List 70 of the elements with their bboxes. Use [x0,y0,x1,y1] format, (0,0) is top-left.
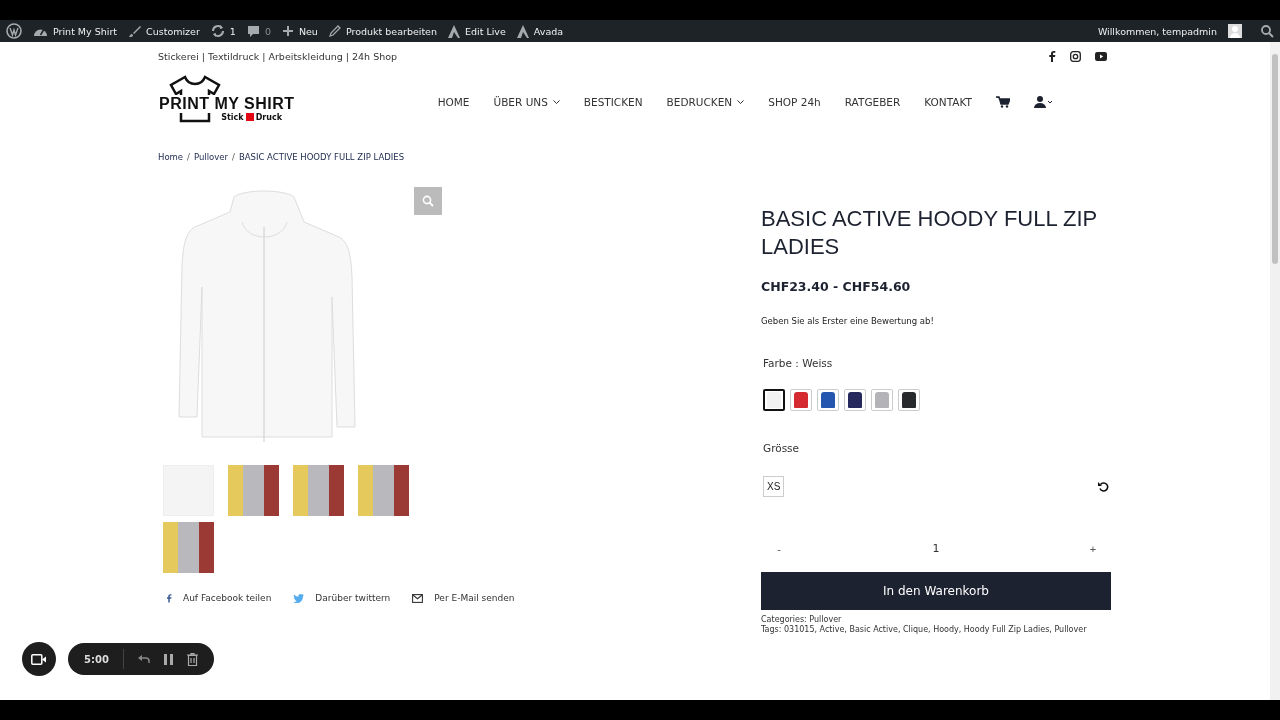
increase-button[interactable]: + [1075,542,1111,556]
admin-bar-item[interactable]: Produkt bearbeiten [328,25,437,37]
nav-link[interactable]: BESTICKEN [583,96,643,108]
photo-placeholder[interactable] [358,465,409,516]
nav-link[interactable]: ÜBER UNS [493,96,560,108]
breadcrumb-separator: / [187,152,190,162]
quantity-field[interactable]: 1 [928,542,944,556]
product-categories: Categories: Pullover [761,615,842,624]
user-greeting[interactable]: Willkommen, tempadmin [1097,25,1217,37]
youtube-icon[interactable] [1095,51,1107,61]
breadcrumb-link[interactable]: Pullover [194,152,229,162]
triangle-logo-icon [448,24,460,38]
wordpress-icon [6,23,22,39]
admin-bar-item[interactable]: Edit Live [448,24,506,38]
share-link[interactable]: Auf Facebook teilen [166,593,272,603]
admin-bar-item[interactable]: Neu [281,25,318,37]
product-tags: Tags: 031015, Active, Basic Active, Clique, Hoody, Hoody Full Zip Ladies, Pullover [761,625,1087,634]
admin-bar-item[interactable]: Print My Shirt [33,25,118,37]
admin-bar-item[interactable]: 1 [210,24,236,38]
brush-icon [128,24,142,38]
envelope-icon [412,593,424,603]
shirt-logo[interactable]: PRINT MY SHIRT Stick Druck [158,77,292,127]
comment-icon [246,24,260,38]
facebook-icon [166,593,172,603]
nav-link[interactable]: SHOP 24h [768,96,821,108]
price-range: CHF23.40 - CHF54.60 [761,279,911,294]
user-menu-icon[interactable] [1034,96,1053,108]
pencil-icon [328,25,341,37]
breadcrumb-current: BASIC ACTIVE HOODY FULL ZIP LADIES [238,152,405,162]
avatar-icon [1228,24,1242,38]
bird-icon [293,593,305,603]
decrease-button[interactable]: - [761,542,797,556]
camera-button[interactable] [22,642,56,676]
product-title: BASIC ACTIVE HOODY FULL ZIP LADIES [761,205,1098,261]
nav-link[interactable]: RATGEBER [844,96,901,108]
plus-icon [281,25,294,37]
nav-link[interactable]: BEDRUCKEN [666,96,745,108]
size-label: Grösse [762,442,800,454]
nav-link[interactable]: KONTAKT [924,96,972,108]
add-to-cart-button[interactable]: In den Warenkorb [761,572,1111,610]
undo-icon[interactable] [137,654,150,664]
share-link[interactable]: Per E-Mail senden [412,593,515,603]
review-link[interactable]: Geben Sie als Erster eine Bewertung ab! [761,316,934,326]
video-camera-icon [31,653,47,665]
nav-link[interactable]: HOME [437,96,470,108]
admin-bar-item[interactable]: Avada [516,24,564,38]
breadcrumb-separator: / [232,152,235,162]
admin-bar-item[interactable]: Customizer [128,24,200,38]
tagline: Stickerei | Textildruck | Arbeitskleidung | 24h Shop [158,50,398,62]
facebook-icon[interactable] [1048,50,1056,62]
color-label: Farbe : Weiss [762,357,833,369]
photo-placeholder[interactable] [293,465,344,516]
triangle-logo-icon [516,24,529,38]
admin-bar-item[interactable] [6,23,22,39]
refresh-icon [210,24,225,38]
size-option[interactable]: XS [763,476,785,497]
search-icon [422,195,434,207]
recording-timer: 5:00 [84,653,109,665]
search-icon[interactable] [1261,24,1274,38]
trash-icon[interactable] [186,652,198,666]
color-swatch[interactable] [763,389,785,411]
breadcrumb-link[interactable]: Home [158,152,184,162]
instagram-icon[interactable] [1070,50,1081,62]
photo-placeholder[interactable] [228,465,279,516]
pause-icon[interactable] [163,653,173,665]
photo-placeholder[interactable] [163,522,214,573]
cart-icon[interactable] [996,96,1010,108]
share-link[interactable]: Darüber twittern [293,593,391,603]
reset-icon[interactable] [1098,481,1109,492]
admin-bar-item[interactable]: 0 [246,24,271,38]
